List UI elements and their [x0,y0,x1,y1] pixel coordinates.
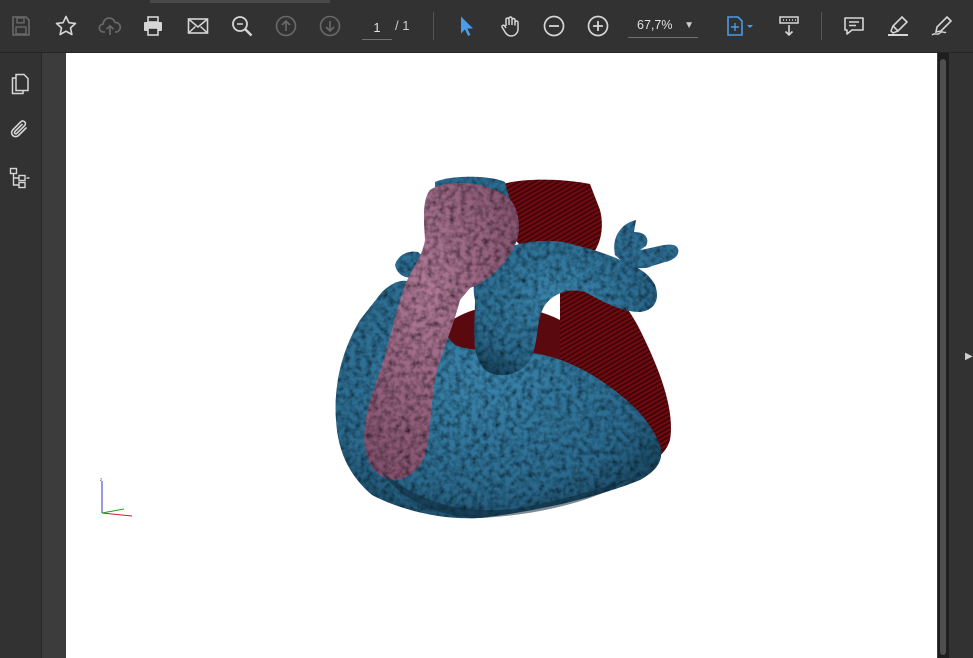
svg-text:z: z [100,477,102,482]
pages-icon [11,73,29,95]
tree-icon [9,167,30,189]
vertical-scrollbar[interactable] [938,53,949,658]
find-button[interactable] [228,12,256,40]
comment-icon [844,17,864,35]
previous-page-button[interactable] [272,12,300,40]
arrow-up-circle-icon [275,15,297,37]
highlight-button[interactable] [884,12,912,40]
zoom-value: 67,7% [637,18,673,32]
next-page-button[interactable] [316,12,344,40]
mail-icon [187,18,209,34]
bookmarks-tree-button[interactable] [6,164,34,192]
toolbar-divider [821,12,822,40]
scroll-mode-button[interactable] [775,12,803,40]
plus-circle-icon [587,15,609,37]
zoom-dropdown[interactable]: 67,7% ▼ [628,15,698,38]
cloud-upload-icon [98,17,122,35]
print-button[interactable] [139,12,167,40]
zoom-out-button[interactable] [540,12,568,40]
chevron-down-icon: ▼ [684,20,694,31]
document-view[interactable]: z [42,53,938,658]
3d-heart-model[interactable] [66,53,937,658]
scroll-mode-icon [779,16,799,37]
save-button[interactable] [7,12,35,40]
expand-right-panel-arrow[interactable]: ▶ [965,351,973,362]
toolbar-divider [433,12,434,40]
page-thumbnails-button[interactable] [6,70,34,98]
upload-button[interactable] [96,12,124,40]
tab-indicator [150,0,330,3]
bookmark-button[interactable] [52,12,80,40]
select-tool-button[interactable] [452,12,480,40]
cursor-icon [461,16,473,36]
print-icon [144,16,162,36]
hand-icon [501,16,519,37]
main-toolbar: / 1 67,7% ▼ [0,0,973,53]
fit-page-button[interactable] [720,12,756,40]
orientation-axes: z [100,477,133,517]
page-number-input[interactable] [362,15,392,40]
highlighter-icon [888,15,909,36]
pdf-page: z [66,53,937,658]
email-button[interactable] [184,12,212,40]
right-panel-rail: ▶ [949,53,973,658]
attachments-button[interactable] [6,116,34,144]
left-navigation-rail: ◀ [0,53,55,658]
paperclip-icon [10,120,27,138]
arrow-down-circle-icon [319,15,341,37]
sign-button[interactable] [928,12,956,40]
star-icon [55,15,77,36]
page-total-label: / 1 [395,18,410,33]
zoom-in-button[interactable] [584,12,612,40]
sign-pen-icon [931,15,953,36]
search-icon [232,16,253,37]
scrollbar-thumb[interactable] [940,59,946,655]
fit-page-icon [727,16,753,36]
hand-tool-button[interactable] [496,12,524,40]
minus-circle-icon [543,15,565,37]
comment-button[interactable] [840,12,868,40]
save-icon [12,16,30,36]
